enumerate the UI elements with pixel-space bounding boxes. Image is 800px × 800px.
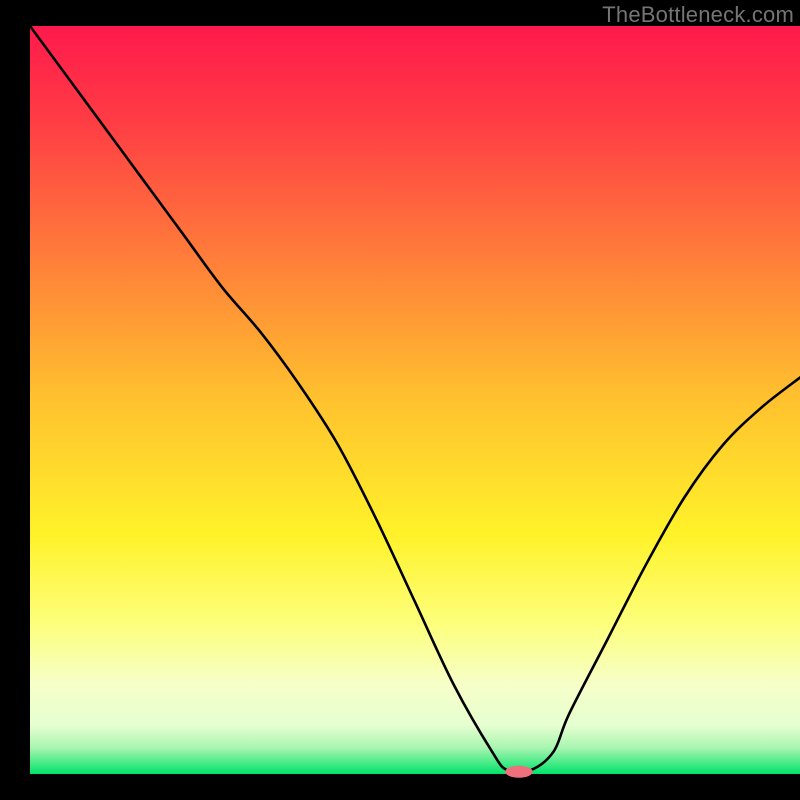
chart-frame: TheBottleneck.com <box>0 0 800 800</box>
min-marker <box>505 766 533 778</box>
watermark-text: TheBottleneck.com <box>602 2 794 28</box>
bottleneck-chart <box>0 0 800 800</box>
gradient-background <box>30 26 800 774</box>
